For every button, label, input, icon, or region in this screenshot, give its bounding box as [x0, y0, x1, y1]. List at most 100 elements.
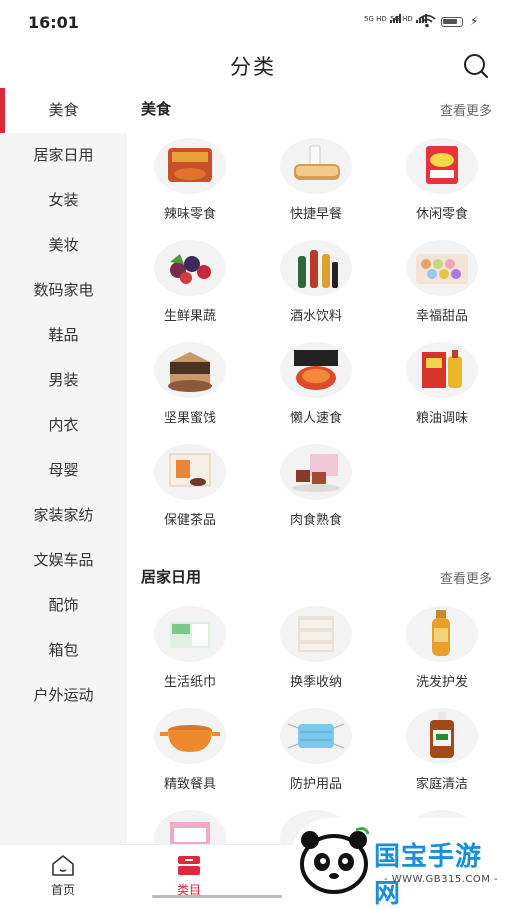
category-icon	[178, 856, 200, 875]
sidebar-item-label: 美食	[48, 101, 79, 119]
product-thumbnail	[280, 138, 352, 194]
see-more-link[interactable]: 查看更多	[440, 568, 492, 587]
product-thumbnail	[406, 240, 478, 296]
subcategory-grid-food: 辣味零食 快捷早餐 休闲零食 生鲜果蔬 酒水饮料 幸福甜品 坚果蜜饯 懒人速食	[127, 130, 506, 538]
subcategory-label: 肉食熟食	[289, 513, 342, 528]
wifi-icon	[418, 14, 436, 28]
sidebar-item-outdoor[interactable]: 户外运动	[0, 673, 127, 718]
watermark-name: 国宝手游网	[374, 842, 483, 909]
sidebar-item-label: 户外运动	[33, 686, 94, 704]
sidebar-item-beauty[interactable]: 美妆	[0, 223, 127, 268]
subcategory-item[interactable]: 幸福甜品	[379, 232, 505, 334]
subcategory-label: 洗发护发	[415, 675, 468, 690]
subcategory-label: 生活纸巾	[163, 675, 216, 690]
page-title: 分类	[230, 55, 276, 79]
product-thumbnail	[280, 444, 352, 500]
product-thumbnail	[154, 138, 226, 194]
category-content: 美食 查看更多 辣味零食 快捷早餐 休闲零食 生鲜果蔬 酒水饮料 幸福甜品 坚果…	[127, 88, 506, 844]
sidebar-item-baby[interactable]: 母婴	[0, 448, 127, 493]
subcategory-item[interactable]: 休闲零食	[379, 130, 505, 232]
subcategory-label: 精致餐具	[163, 777, 216, 792]
sidebar-item-food[interactable]: 美食	[0, 88, 127, 133]
search-icon[interactable]	[462, 52, 490, 80]
subcategory-item[interactable]: 肉食熟食	[253, 436, 379, 538]
sidebar-item-label: 文娱车品	[33, 551, 94, 569]
sidebar-item-label: 家装家纺	[33, 506, 94, 524]
product-thumbnail	[280, 606, 352, 662]
tab-home[interactable]: 首页	[0, 845, 126, 901]
tab-label: 首页	[50, 883, 75, 897]
subcategory-item[interactable]: 精致餐具	[127, 700, 253, 802]
subcategory-item[interactable]: 生活纸巾	[127, 598, 253, 700]
subcategory-label: 快捷早餐	[289, 207, 342, 222]
product-thumbnail	[154, 342, 226, 398]
subcategory-grid-household: 生活纸巾 换季收纳 洗发护发 精致餐具 防护用品 家庭清洁	[127, 598, 506, 844]
subcategory-item[interactable]: 生鲜果蔬	[127, 232, 253, 334]
product-thumbnail	[280, 708, 352, 764]
sidebar-item-label: 母婴	[48, 461, 79, 479]
sidebar-item-shoes[interactable]: 鞋品	[0, 313, 127, 358]
product-thumbnail	[154, 240, 226, 296]
product-thumbnail	[406, 708, 478, 764]
product-thumbnail	[154, 810, 226, 844]
subcategory-label: 保健茶品	[163, 513, 216, 528]
section-header-household: 居家日用 查看更多	[127, 556, 506, 598]
subcategory-label: 幸福甜品	[415, 309, 468, 324]
sidebar-item-home-textile[interactable]: 家装家纺	[0, 493, 127, 538]
subcategory-item[interactable]: 防护用品	[253, 700, 379, 802]
sidebar-item-label: 美妆	[48, 236, 79, 254]
category-sidebar: 美食 居家日用 女装 美妆 数码家电 鞋品 男装 内衣 母婴 家装家纺 文娱车品…	[0, 88, 127, 844]
subcategory-item[interactable]: 洗发护发	[379, 598, 505, 700]
subcategory-label: 粮油调味	[415, 411, 468, 426]
subcategory-label: 换季收纳	[289, 675, 342, 690]
product-thumbnail	[280, 342, 352, 398]
status-bar: 16:01 5G HD 5G HD ⚡	[0, 0, 506, 44]
subcategory-label: 坚果蜜饯	[163, 411, 216, 426]
page-header: 分类	[0, 44, 506, 88]
charging-icon: ⚡	[470, 14, 479, 28]
subcategory-item[interactable]: 酒水饮料	[253, 232, 379, 334]
sidebar-item-electronics[interactable]: 数码家电	[0, 268, 127, 313]
sidebar-item-entertainment-auto[interactable]: 文娱车品	[0, 538, 127, 583]
sidebar-item-label: 鞋品	[48, 326, 79, 344]
subcategory-item[interactable]: 换季收纳	[253, 598, 379, 700]
status-time: 16:01	[28, 13, 79, 32]
subcategory-item[interactable]	[127, 802, 253, 844]
subcategory-label: 辣味零食	[163, 207, 216, 222]
sidebar-item-label: 女装	[48, 191, 79, 209]
sidebar-item-womens-wear[interactable]: 女装	[0, 178, 127, 223]
see-more-link[interactable]: 查看更多	[440, 100, 492, 119]
watermark-url: - WWW.GB315.COM -	[384, 874, 499, 885]
tab-category[interactable]: 类目	[126, 845, 252, 901]
section-title: 美食	[141, 100, 172, 118]
product-thumbnail	[406, 138, 478, 194]
sidebar-item-label: 数码家电	[33, 281, 94, 299]
battery-icon	[441, 17, 463, 27]
home-icon	[52, 855, 74, 876]
sidebar-item-label: 居家日用	[33, 146, 94, 164]
subcategory-label: 生鲜果蔬	[163, 309, 216, 324]
product-thumbnail	[154, 708, 226, 764]
sidebar-item-underwear[interactable]: 内衣	[0, 403, 127, 448]
subcategory-item[interactable]: 辣味零食	[127, 130, 253, 232]
subcategory-item[interactable]: 快捷早餐	[253, 130, 379, 232]
product-thumbnail	[406, 342, 478, 398]
subcategory-item[interactable]: 粮油调味	[379, 334, 505, 436]
subcategory-item[interactable]: 懒人速食	[253, 334, 379, 436]
sidebar-item-label: 配饰	[48, 596, 79, 614]
sidebar-item-label: 箱包	[48, 641, 79, 659]
section-header-food: 美食 查看更多	[127, 88, 506, 130]
subcategory-item[interactable]: 保健茶品	[127, 436, 253, 538]
sidebar-item-bags[interactable]: 箱包	[0, 628, 127, 673]
sidebar-item-label: 内衣	[48, 416, 79, 434]
subcategory-item[interactable]: 坚果蜜饯	[127, 334, 253, 436]
section-title: 居家日用	[141, 568, 202, 586]
product-thumbnail	[154, 606, 226, 662]
product-thumbnail	[406, 606, 478, 662]
sidebar-item-household[interactable]: 居家日用	[0, 133, 127, 178]
subcategory-label: 酒水饮料	[289, 309, 342, 324]
panda-logo-icon	[300, 827, 370, 894]
subcategory-item[interactable]: 家庭清洁	[379, 700, 505, 802]
sidebar-item-mens-wear[interactable]: 男装	[0, 358, 127, 403]
sidebar-item-accessories[interactable]: 配饰	[0, 583, 127, 628]
